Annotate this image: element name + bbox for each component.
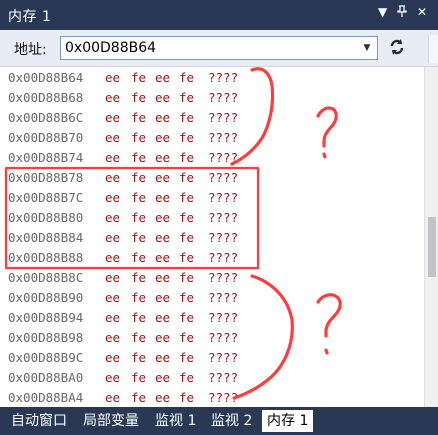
bottom-tabbar: 自动窗口 局部变量 监视 1 监视 2 内存 1 (0, 407, 438, 435)
highlight-box (4, 166, 260, 270)
question-mark-top (316, 106, 338, 148)
tab-2[interactable]: 局部变量 (78, 410, 144, 432)
tab-3[interactable]: 监视 1 (150, 410, 201, 432)
brace-top (230, 67, 275, 166)
question-mark-top-dot (322, 152, 327, 159)
tab-4[interactable]: 监视 2 (206, 410, 257, 432)
question-mark-bottom (316, 293, 342, 338)
question-mark-bottom-dot (324, 348, 329, 355)
tab-1[interactable]: 自动窗口 (6, 410, 72, 432)
tab-5[interactable]: 内存 1 (262, 410, 314, 432)
brace-bottom (232, 274, 294, 400)
annotation-overlay (4, 67, 342, 400)
